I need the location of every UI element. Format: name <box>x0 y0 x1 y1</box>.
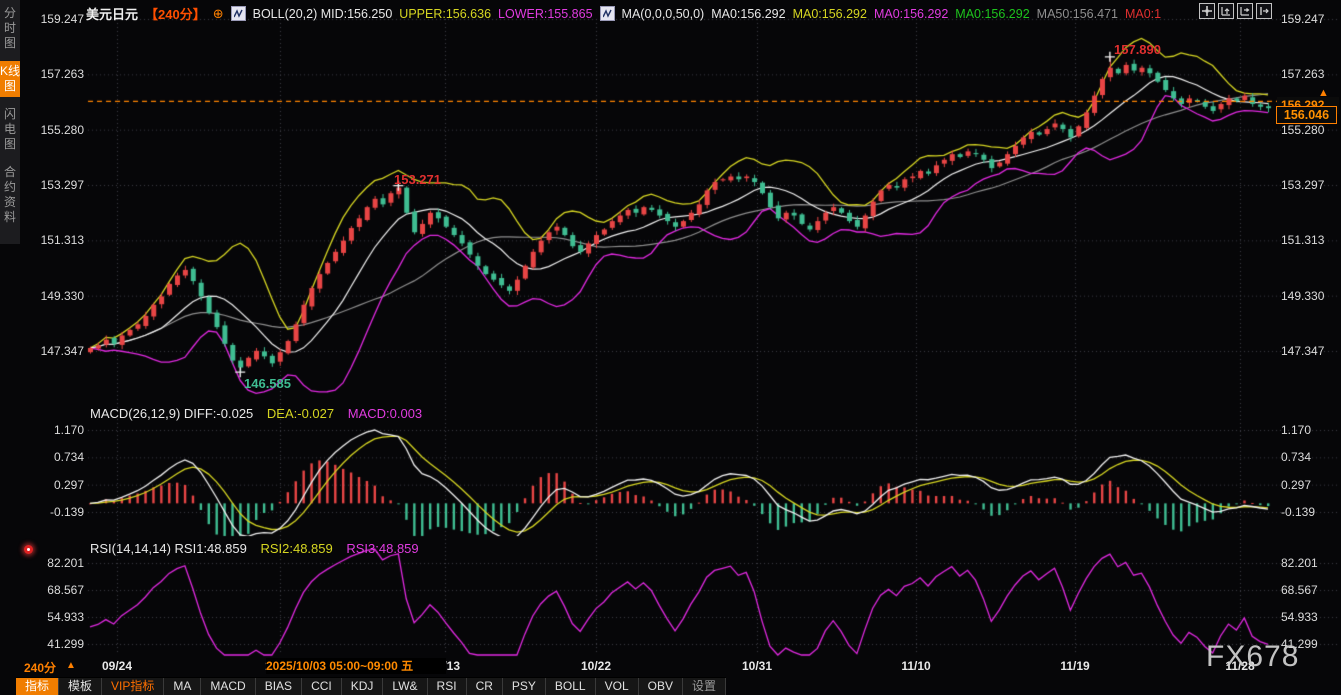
footer-tab[interactable]: VIP指标 <box>102 678 164 695</box>
footer-tab[interactable]: LW& <box>383 678 427 695</box>
axis-tick-label: 147.347 <box>1281 344 1324 358</box>
axis-tick-label: 147.347 <box>30 344 84 358</box>
ma0-readout-2: MA0:156.292 <box>793 7 867 21</box>
low-price-annotation: 146.585 <box>244 376 291 391</box>
last-price-tag: 156.046 <box>1276 106 1337 124</box>
axis-tick-label: 0.734 <box>30 450 84 464</box>
footer-tab[interactable]: 模板 <box>59 678 102 695</box>
swing-high-annotation: 153.271 <box>394 172 441 187</box>
axis-tick-label: 54.933 <box>1281 610 1318 624</box>
macd-pane-header: MACD(26,12,9) DIFF:-0.025 DEA:-0.027 MAC… <box>90 406 432 421</box>
footer-tab[interactable]: CR <box>467 678 503 695</box>
rsi3-readout: RSI3:48.859 <box>346 541 418 556</box>
period-label[interactable]: 【240分】 <box>145 4 206 23</box>
footer-tab[interactable]: BIAS <box>256 678 302 695</box>
axis-tick-label: 0.297 <box>1281 478 1311 492</box>
axis-tick-label: 153.297 <box>30 178 84 192</box>
x-axis-label: 11/19 <box>1060 659 1089 673</box>
macd-title: MACD(26,12,9) DIFF:-0.025 <box>90 406 253 421</box>
timeframe-label[interactable]: 240分 <box>24 659 56 676</box>
axis-tick-label: 159.247 <box>1281 12 1324 26</box>
axis-tick-label: 149.330 <box>1281 289 1324 303</box>
sidebar-tab[interactable]: K线图 <box>0 61 20 97</box>
axis-tick-label: 157.263 <box>30 67 84 81</box>
app-window: 分时图 K线图闪电图合约资料 美元日元 【240分】 ⊕ BOLL(20,2) M… <box>0 0 1341 695</box>
ma0-readout-4: MA0:156.292 <box>955 7 1029 21</box>
macd-macd-readout: MACD:0.003 <box>348 406 422 421</box>
ma50-readout: MA50:156.471 <box>1037 7 1118 21</box>
footer-tab[interactable]: PSY <box>503 678 546 695</box>
footer-tab[interactable]: KDJ <box>342 678 384 695</box>
axis-tick-label: 1.170 <box>30 423 84 437</box>
boll-indicator-icon[interactable] <box>231 6 246 21</box>
crosshair-icon[interactable] <box>1199 3 1215 19</box>
zoom-plus-icon[interactable]: ⊕ <box>213 6 224 22</box>
footer-tab[interactable]: MACD <box>201 678 255 695</box>
footer-tab[interactable]: 设置 <box>683 678 726 695</box>
chart-canvas[interactable] <box>0 0 1341 695</box>
axis-tick-label: 68.567 <box>30 583 84 597</box>
x-axis-label: 11/10 <box>901 659 930 673</box>
indicator-toolbar: 指标模板VIP指标MAMACDBIASCCIKDJLW&RSICRPSYBOLL… <box>16 677 726 695</box>
axis-tick-label: 157.263 <box>1281 67 1324 81</box>
footer-tab[interactable]: CCI <box>302 678 342 695</box>
sidebar-tab[interactable]: 合约资料 <box>0 162 20 228</box>
price-marker-icon: ▲ <box>1318 87 1329 99</box>
axis-tick-label: 41.299 <box>30 637 84 651</box>
rsi-title: RSI(14,14,14) RSI1:48.859 <box>90 541 247 556</box>
footer-tab[interactable]: 指标 <box>16 678 59 695</box>
axis-tick-label: 151.313 <box>30 233 84 247</box>
axis-tick-label: 82.201 <box>30 556 84 570</box>
high-price-annotation: 157.890 <box>1114 42 1161 57</box>
chart-header: 美元日元 【240分】 ⊕ BOLL(20,2) MID:156.250 UPP… <box>86 4 1168 23</box>
sidebar-tab[interactable]: 闪电图 <box>0 104 20 155</box>
axis-tick-label: 149.330 <box>30 289 84 303</box>
chart-toolbar <box>1199 3 1272 19</box>
crosshair-date-tooltip: 2025/10/03 05:00~09:00 五 <box>266 658 446 674</box>
sidebar: 分时图 K线图闪电图合约资料 <box>0 0 20 244</box>
ma0-readout-3: MA0:156.292 <box>874 7 948 21</box>
x-axis-label: 10/22 <box>581 659 611 673</box>
ma0-readout-1: MA0:156.292 <box>711 7 785 21</box>
footer-tab[interactable]: VOL <box>596 678 639 695</box>
axis-tick-label: 54.933 <box>30 610 84 624</box>
rsi2-readout: RSI2:48.859 <box>260 541 332 556</box>
axis-tick-label: 151.313 <box>1281 233 1324 247</box>
sidebar-tab[interactable]: 分时图 <box>0 3 20 54</box>
rsi-pane-header: RSI(14,14,14) RSI1:48.859 RSI2:48.859 RS… <box>90 541 429 556</box>
x-axis-label: 09/24 <box>102 659 132 673</box>
axis-tick-label: 0.297 <box>30 478 84 492</box>
axis-tick-label: 159.247 <box>30 12 84 26</box>
ma-indicator-icon[interactable] <box>600 6 615 21</box>
macd-dea-readout: DEA:-0.027 <box>267 406 334 421</box>
boll-readout: BOLL(20,2) MID:156.250 <box>253 7 393 21</box>
axis-tick-label: 68.567 <box>1281 583 1318 597</box>
axis-tick-label: 155.280 <box>1281 123 1324 137</box>
boll-upper-readout: UPPER:156.636 <box>399 7 491 21</box>
footer-tab[interactable]: RSI <box>428 678 467 695</box>
symbol-name: 美元日元 <box>86 4 138 23</box>
zoom-axis-right-icon[interactable] <box>1237 3 1253 19</box>
footer-tab[interactable]: OBV <box>639 678 683 695</box>
alert-dot-icon[interactable] <box>24 545 33 554</box>
axis-tick-label: 155.280 <box>30 123 84 137</box>
axis-tick-label: -0.139 <box>30 505 84 519</box>
axis-tick-label: 82.201 <box>1281 556 1318 570</box>
watermark: FX678 <box>1206 640 1299 674</box>
zoom-axis-up-icon[interactable] <box>1218 3 1234 19</box>
pan-right-icon[interactable] <box>1256 3 1272 19</box>
footer-tab[interactable]: BOLL <box>546 678 596 695</box>
ma0-readout-5: MA0:1 <box>1125 7 1161 21</box>
ma-group-readout: MA(0,0,0,50,0) <box>622 7 705 21</box>
axis-tick-label: 0.734 <box>1281 450 1311 464</box>
x-axis-label: 10/31 <box>742 659 772 673</box>
timeframe-up-icon[interactable]: ▲ <box>66 660 76 671</box>
boll-lower-readout: LOWER:155.865 <box>498 7 593 21</box>
axis-tick-label: 1.170 <box>1281 423 1311 437</box>
footer-tab[interactable]: MA <box>164 678 201 695</box>
axis-tick-label: -0.139 <box>1281 505 1315 519</box>
axis-tick-label: 153.297 <box>1281 178 1324 192</box>
